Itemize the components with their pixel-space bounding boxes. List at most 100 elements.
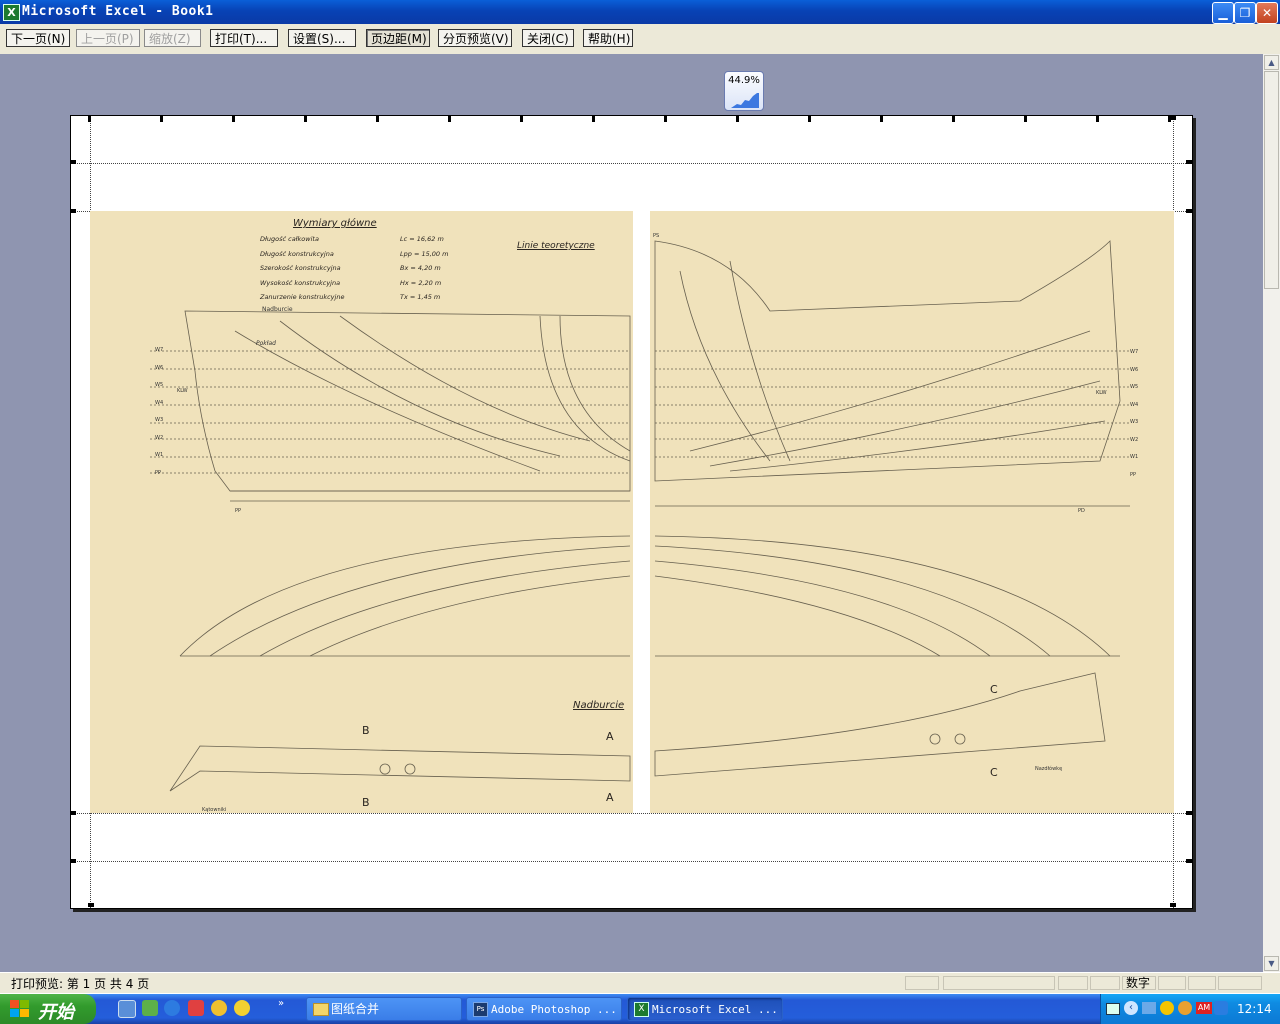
tray-plus-icon[interactable]	[1160, 1001, 1174, 1015]
scroll-thumb[interactable]	[1264, 71, 1279, 289]
column-width-handle[interactable]	[664, 116, 667, 122]
margin-handle[interactable]	[1170, 116, 1176, 120]
katowniki-label: Kątowniki	[202, 807, 227, 813]
klw-label-left: KLW	[177, 388, 188, 394]
photoshop-icon: Ps	[473, 1002, 488, 1017]
spec-row: Zanurzenie konstrukcyjne Tx = 1,45 m	[260, 293, 490, 301]
waterline-label: W5	[1130, 384, 1139, 390]
windows-logo-icon	[10, 1000, 29, 1017]
margin-handle[interactable]	[1186, 160, 1192, 164]
column-width-handle[interactable]	[160, 116, 163, 122]
start-label: 开始	[38, 1002, 74, 1023]
column-width-handle[interactable]	[376, 116, 379, 122]
waterline-label: W6	[1130, 366, 1139, 373]
tray-arrow-icon[interactable]: ‹	[1124, 1001, 1138, 1015]
spec-label: Szerokość konstrukcyjna	[260, 264, 341, 272]
section-b-top: B	[362, 724, 370, 737]
taskbar-item-label: Microsoft Excel ...	[652, 1003, 778, 1016]
margin-handle[interactable]	[1186, 209, 1192, 213]
media-icon[interactable]	[188, 1000, 204, 1016]
column-width-handle[interactable]	[1024, 116, 1027, 122]
title-bar: X Microsoft Excel - Book1 ▁ ❐ ✕	[0, 0, 1280, 24]
num-lock-indicator: 数字	[1122, 976, 1156, 990]
margin-handle[interactable]	[70, 811, 76, 815]
pp-label: PP	[235, 508, 242, 514]
start-button[interactable]: 开始	[0, 994, 96, 1024]
bottom-margin-line[interactable]	[71, 813, 1192, 814]
column-width-handle[interactable]	[448, 116, 451, 122]
help-button[interactable]: 帮助(H)	[583, 29, 633, 47]
margin-handle[interactable]	[1186, 811, 1192, 815]
restore-button[interactable]: ❐	[1234, 2, 1256, 24]
spec-value: Lc = 16,62 m	[400, 235, 444, 243]
margin-handle[interactable]	[1170, 903, 1176, 907]
excel-icon[interactable]: X	[3, 4, 20, 21]
clock-app-icon[interactable]	[211, 1000, 227, 1016]
footer-margin-line[interactable]	[71, 861, 1192, 862]
column-width-handle[interactable]	[232, 116, 235, 122]
column-width-handle[interactable]	[952, 116, 955, 122]
taskbar-item-excel[interactable]: X Microsoft Excel ...	[627, 997, 783, 1021]
taskbar-item-photoshop[interactable]: Ps Adobe Photoshop ...	[466, 997, 622, 1021]
print-preview-toolbar: 下一页(N) 上一页(P) 缩放(Z) 打印(T)... 设置(S)... 页边…	[0, 24, 1280, 55]
nazdlowke-label: Nazdłówkę	[1035, 766, 1063, 772]
section-c-top: C	[990, 683, 998, 696]
margin-handle[interactable]	[88, 903, 94, 907]
status-panel-2	[943, 976, 1055, 990]
keyboard-icon[interactable]	[1106, 1003, 1120, 1015]
status-panel-7	[1188, 976, 1216, 990]
section-a-top: A	[606, 730, 614, 743]
scroll-up-button[interactable]: ▲	[1264, 55, 1279, 70]
column-width-handle[interactable]	[736, 116, 739, 122]
margin-handle[interactable]	[70, 209, 76, 213]
column-width-handle[interactable]	[808, 116, 811, 122]
waterline-label: W3	[155, 417, 164, 423]
column-width-handle[interactable]	[88, 116, 91, 122]
ime-indicator[interactable]: AM	[1196, 1002, 1212, 1014]
qq-icon[interactable]	[1178, 1001, 1192, 1015]
margin-handle[interactable]	[1186, 859, 1192, 863]
taskbar-item-folder[interactable]: 图纸合并	[306, 997, 462, 1021]
prev-page-button[interactable]: 上一页(P)	[76, 29, 140, 47]
status-panel-6	[1158, 976, 1186, 990]
taskbar-item-label: 图纸合并	[331, 1002, 380, 1016]
setup-button[interactable]: 设置(S)...	[288, 29, 356, 47]
margin-handle[interactable]	[70, 160, 76, 164]
status-panel-3	[1058, 976, 1088, 990]
browser-icon[interactable]	[164, 1000, 180, 1016]
minimize-button[interactable]: ▁	[1212, 2, 1234, 24]
column-width-handle[interactable]	[880, 116, 883, 122]
scroll-down-button[interactable]: ▼	[1264, 956, 1279, 971]
clock[interactable]: 12:14	[1237, 1002, 1272, 1016]
page-break-preview-button[interactable]: 分页预览(V)	[438, 29, 512, 47]
network-icon[interactable]	[1142, 1002, 1156, 1014]
zoom-button[interactable]: 缩放(Z)	[144, 29, 201, 47]
waterline-label: W2	[155, 434, 164, 441]
column-width-handle[interactable]	[592, 116, 595, 122]
column-width-handle[interactable]	[304, 116, 307, 122]
close-preview-button[interactable]: 关闭(C)	[522, 29, 574, 47]
waterline-label: W1	[155, 452, 164, 458]
next-page-button[interactable]: 下一页(N)	[6, 29, 70, 47]
column-width-handle[interactable]	[520, 116, 523, 122]
quicklaunch-app-icon[interactable]	[142, 1000, 158, 1016]
waterline-label: W2	[1130, 436, 1139, 443]
margin-handle[interactable]	[70, 859, 76, 863]
spec-value: Lpp = 15,00 m	[400, 249, 449, 258]
waterline-label: PP	[1130, 471, 1137, 478]
show-desktop-icon[interactable]	[118, 1000, 136, 1018]
spec-row: Wysokość konstrukcyjna Hx = 2,20 m	[260, 279, 490, 287]
print-button[interactable]: 打印(T)...	[210, 29, 278, 47]
taskbar-item-label: Adobe Photoshop ...	[491, 1003, 617, 1016]
spec-label: Wysokość konstrukcyjna	[260, 278, 341, 287]
expand-chevron-icon[interactable]: »	[278, 998, 284, 1009]
spec-value: Hx = 2,20 m	[400, 278, 442, 287]
margins-button[interactable]: 页边距(M)	[366, 29, 430, 47]
ship-drawing-image: Wymiary główne Linie teoretyczne Długość…	[90, 211, 1174, 813]
close-window-button[interactable]: ✕	[1256, 2, 1278, 24]
waterline-label: W7	[155, 347, 164, 353]
tray-app-icon[interactable]	[1214, 1001, 1228, 1015]
header-margin-line[interactable]	[71, 163, 1192, 164]
add-icon[interactable]	[234, 1000, 250, 1016]
column-width-handle[interactable]	[1096, 116, 1099, 122]
